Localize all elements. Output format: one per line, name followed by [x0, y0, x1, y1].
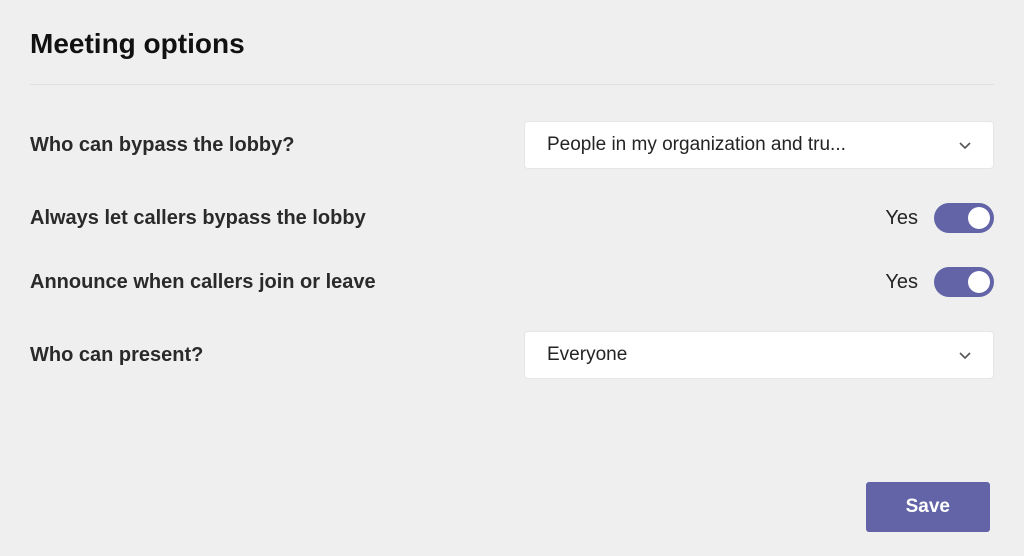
announce-callers-label: Announce when callers join or leave: [30, 271, 376, 294]
always-bypass-toggle-value: Yes: [885, 207, 918, 230]
option-row-who-can-present: Who can present? Everyone: [30, 331, 994, 379]
option-row-bypass-lobby: Who can bypass the lobby? People in my o…: [30, 121, 994, 169]
always-bypass-toggle-group: Yes: [885, 203, 994, 233]
who-can-present-dropdown-value: Everyone: [547, 344, 627, 366]
announce-callers-toggle-value: Yes: [885, 271, 918, 294]
announce-callers-toggle[interactable]: [934, 267, 994, 297]
option-row-always-bypass: Always let callers bypass the lobby Yes: [30, 203, 994, 233]
who-can-present-label: Who can present?: [30, 344, 203, 367]
save-button[interactable]: Save: [866, 482, 990, 532]
toggle-knob: [968, 207, 990, 229]
bypass-lobby-label: Who can bypass the lobby?: [30, 134, 294, 157]
always-bypass-label: Always let callers bypass the lobby: [30, 207, 366, 230]
always-bypass-toggle[interactable]: [934, 203, 994, 233]
who-can-present-dropdown[interactable]: Everyone: [524, 331, 994, 379]
page-title: Meeting options: [30, 28, 994, 60]
bypass-lobby-dropdown[interactable]: People in my organization and tru...: [524, 121, 994, 169]
bypass-lobby-dropdown-value: People in my organization and tru...: [547, 134, 846, 156]
chevron-down-icon: [955, 135, 975, 155]
divider: [30, 84, 994, 85]
announce-callers-toggle-group: Yes: [885, 267, 994, 297]
chevron-down-icon: [955, 345, 975, 365]
toggle-knob: [968, 271, 990, 293]
option-row-announce-callers: Announce when callers join or leave Yes: [30, 267, 994, 297]
